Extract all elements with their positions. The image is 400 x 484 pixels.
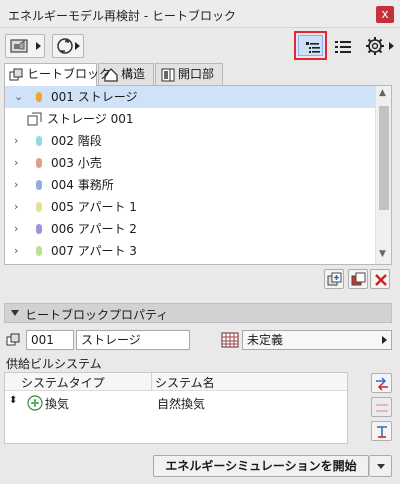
tree-item-label: 002 階段 — [51, 134, 102, 148]
add-system-icon — [376, 377, 388, 391]
model-view-button[interactable] — [5, 34, 45, 58]
add-block-icon — [327, 272, 342, 286]
settings-button[interactable] — [363, 34, 395, 58]
chevron-right-icon[interactable]: › — [14, 152, 18, 174]
add-system-button[interactable] — [371, 373, 392, 393]
table-header: システムタイプ システム名 — [5, 373, 347, 391]
remove-system-icon — [376, 404, 388, 412]
tab-structure-label: 構造 — [121, 67, 146, 81]
tree-list-icon — [306, 42, 320, 53]
tree-item-label: ストレージ 001 — [47, 112, 134, 126]
tree-item-label: 006 アパート 2 — [51, 222, 137, 236]
column-header-system-type[interactable]: システムタイプ — [21, 374, 105, 391]
tree-item[interactable]: › 002 階段 — [5, 130, 376, 152]
delete-heatblock-button[interactable] — [370, 269, 390, 289]
heatblock-id-icon — [6, 333, 20, 346]
zone-icon — [27, 112, 42, 126]
refresh-icon — [57, 38, 73, 54]
heatblock-properties-header[interactable]: ヒートブロックプロパティ — [4, 303, 392, 323]
tree-item-label: 005 アパート 1 — [51, 200, 137, 214]
tree-item[interactable]: › 005 アパート 1 — [5, 196, 376, 218]
scroll-down-icon[interactable]: ▼ — [379, 249, 386, 259]
category-value: 未定義 — [247, 333, 284, 347]
close-icon[interactable]: x — [376, 6, 394, 23]
tab-openings-label: 開口部 — [178, 67, 215, 81]
tree-item[interactable]: ⌄ 001 ストレージ — [5, 86, 376, 108]
merge-block-icon — [351, 272, 366, 286]
tree-item[interactable]: › 006 アパート 2 — [5, 218, 376, 240]
add-heatblock-button[interactable] — [324, 269, 344, 289]
category-grid-icon — [221, 332, 239, 348]
start-energy-simulation-button[interactable]: エネルギーシミュレーションを開始 — [153, 455, 369, 477]
tree-item[interactable]: › 003 小売 — [5, 152, 376, 174]
heatblock-icon — [9, 68, 23, 81]
tree-item[interactable]: › 007 アパート 3 — [5, 240, 376, 262]
color-swatch — [36, 180, 42, 190]
column-header-system-name[interactable]: システム名 — [155, 374, 215, 391]
system-name-value: 自然換気 — [157, 397, 206, 411]
chevron-right-icon[interactable]: › — [14, 240, 18, 262]
chevron-right-icon[interactable]: › — [14, 218, 18, 240]
tree-view-button[interactable] — [294, 31, 327, 60]
chevron-down-icon[interactable]: ⌄ — [14, 86, 23, 108]
tab-heatblock[interactable]: ヒートブロック — [4, 63, 111, 86]
flat-list-button[interactable] — [331, 36, 355, 58]
tree-item-label: 003 小売 — [51, 156, 102, 170]
color-swatch — [36, 136, 42, 146]
tree-item-label: 001 ストレージ — [51, 90, 138, 104]
edit-system-button[interactable] — [371, 421, 392, 441]
table-row[interactable]: ⬍ 換気 自然換気 — [5, 393, 347, 413]
heatblock-name-field[interactable]: ストレージ — [76, 330, 190, 350]
color-swatch — [36, 158, 42, 168]
chevron-right-icon — [382, 336, 387, 344]
reorder-handle-icon[interactable]: ⬍ — [9, 395, 17, 406]
collapse-triangle-icon — [11, 310, 19, 316]
heatblock-tree[interactable]: ⌄ 001 ストレージ ストレージ 001 › 002 階段 › 003 小売 … — [4, 85, 392, 265]
section-title: ヒートブロックプロパティ — [25, 308, 169, 322]
heatblock-id-field[interactable]: 001 — [26, 330, 74, 350]
tree-scrollbar[interactable]: ▲ ▼ — [375, 86, 391, 264]
title-bar: エネルギーモデル再検討 - ヒートブロック x — [0, 0, 400, 28]
color-swatch — [36, 92, 42, 102]
remove-system-button[interactable] — [371, 397, 392, 417]
window-title: エネルギーモデル再検討 - ヒートブロック — [8, 9, 236, 23]
merge-heatblock-button[interactable] — [348, 269, 368, 289]
tab-openings[interactable]: 開口部 — [155, 63, 223, 85]
delete-icon — [375, 274, 387, 286]
color-swatch — [36, 246, 42, 256]
tree-toolbar — [4, 265, 392, 293]
color-swatch — [36, 202, 42, 212]
list-icon — [335, 41, 351, 53]
tree-item[interactable]: ストレージ 001 — [5, 108, 376, 130]
supply-system-table[interactable]: システムタイプ システム名 ⬍ 換気 自然換気 — [4, 372, 348, 444]
fan-icon — [27, 395, 43, 411]
chevron-down-icon — [377, 464, 385, 469]
scroll-up-icon[interactable]: ▲ — [379, 88, 386, 98]
tree-item-label: 007 アパート 3 — [51, 244, 137, 258]
system-type-value: 換気 — [45, 397, 70, 411]
tab-heatblock-label: ヒートブロック — [27, 67, 112, 81]
simulation-options-dropdown[interactable] — [369, 455, 392, 477]
tree-item-label: 004 事務所 — [51, 178, 114, 192]
chevron-right-icon[interactable]: › — [14, 196, 18, 218]
gear-icon — [366, 37, 384, 55]
edit-system-icon — [377, 426, 387, 438]
color-swatch — [36, 224, 42, 234]
refresh-button[interactable] — [52, 34, 84, 58]
supply-system-label: 供給ビルシステム — [6, 357, 102, 371]
tree-item[interactable]: › 004 事務所 — [5, 174, 376, 196]
chevron-right-icon[interactable]: › — [14, 174, 18, 196]
opening-door-icon — [161, 68, 175, 82]
chevron-right-icon[interactable]: › — [14, 130, 18, 152]
category-select[interactable]: 未定義 — [242, 330, 392, 350]
scroll-thumb[interactable] — [379, 106, 389, 210]
model-view-icon — [10, 39, 28, 53]
